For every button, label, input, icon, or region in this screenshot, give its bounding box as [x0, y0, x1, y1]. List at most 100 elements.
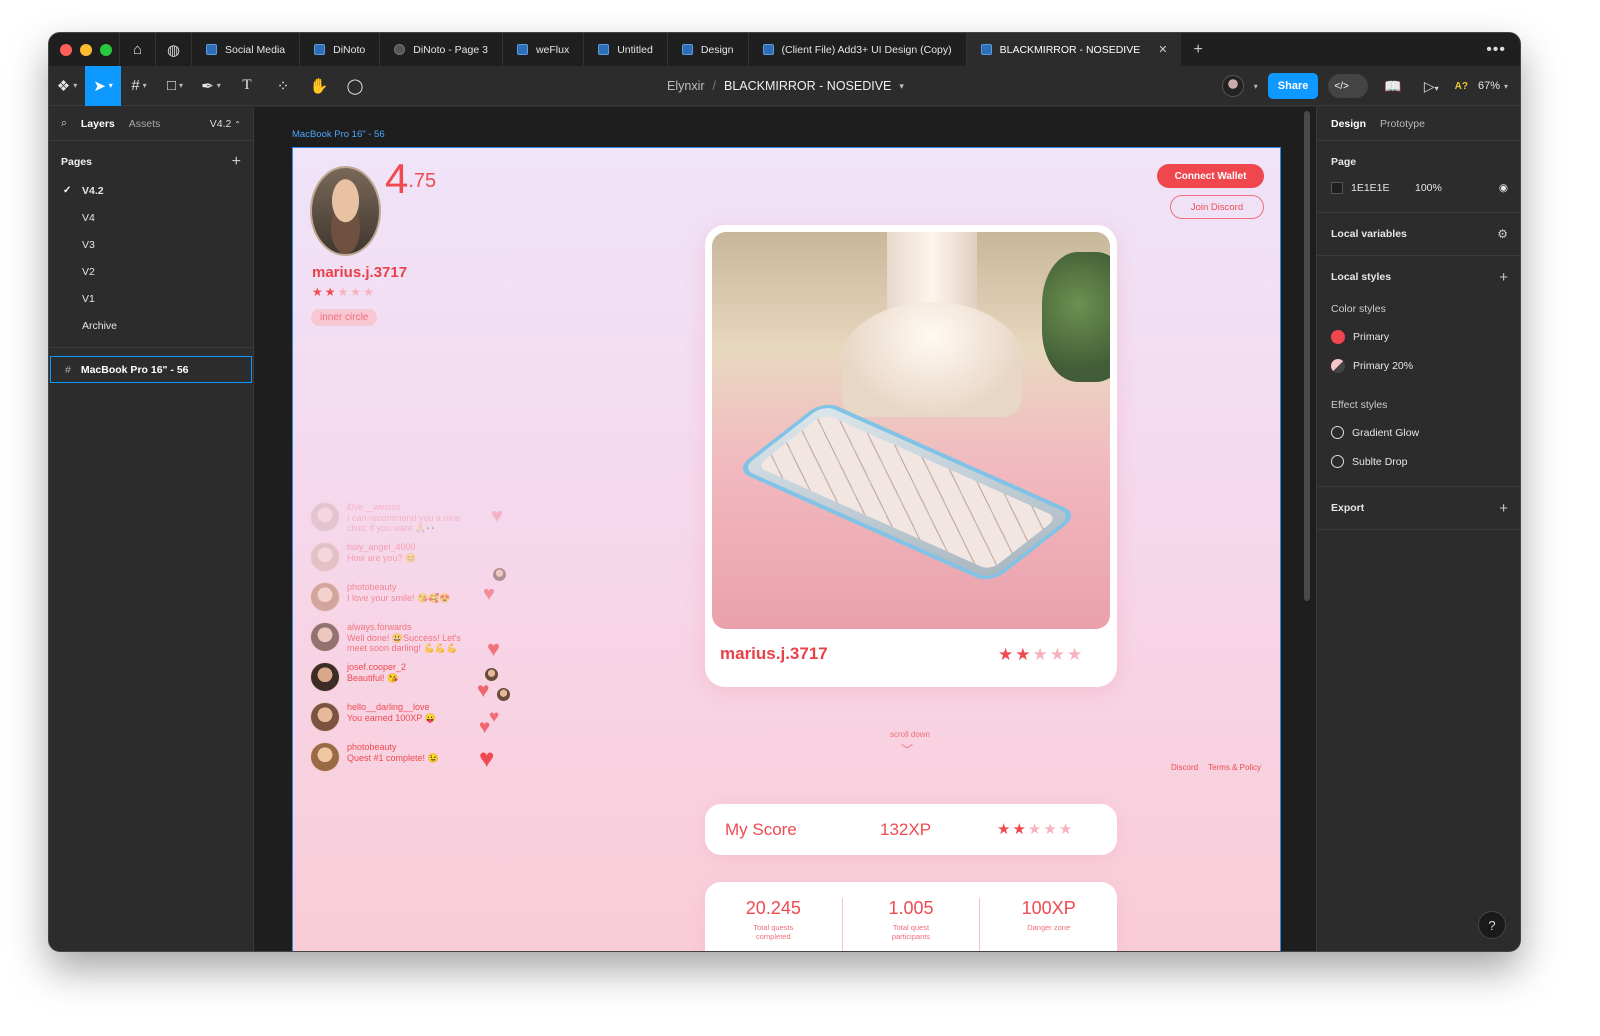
tab-layers[interactable]: Layers — [81, 118, 115, 130]
add-export-icon[interactable]: + — [1499, 500, 1508, 517]
star-icon: ★ — [324, 285, 336, 299]
footer-discord-link[interactable]: Discord — [1171, 763, 1198, 772]
tab-blackmirror-nosedive[interactable]: BLACKMIRROR - NOSEDIVE ✕ — [965, 33, 1182, 66]
join-discord-button[interactable]: Join Discord — [1170, 195, 1264, 219]
user-avatar[interactable] — [1221, 75, 1244, 97]
avatar — [310, 502, 340, 532]
version-selector[interactable]: V4.2 ⌃ — [210, 118, 241, 130]
tab-untitled[interactable]: Untitled — [583, 33, 667, 66]
page-item-v2[interactable]: V2 — [49, 258, 253, 285]
search-icon[interactable]: ⌕ — [61, 117, 67, 130]
new-tab-icon[interactable]: + — [1181, 41, 1214, 59]
avatar — [310, 622, 340, 652]
canvas[interactable]: MacBook Pro 16" - 56 4.75 marius.j.3717 … — [254, 107, 1316, 951]
canvas-scrollbar[interactable] — [1304, 111, 1310, 601]
tab-assets[interactable]: Assets — [129, 118, 161, 130]
pen-tool-button[interactable]: ✒ ▾ — [193, 66, 229, 106]
color-style-primary-20[interactable]: Primary 20% — [1331, 351, 1508, 380]
star-icon: ★ — [363, 285, 374, 299]
pen-icon: ✒ — [201, 77, 214, 95]
tab-label: (Client File) Add3+ UI Design (Copy) — [781, 43, 952, 56]
frame-tool-button[interactable]: # ▾ — [121, 66, 157, 106]
comment-tool-button[interactable]: ◯ — [337, 66, 373, 106]
missing-fonts-indicator[interactable]: A? — [1455, 81, 1468, 92]
comment-item: josef.cooper_2 Beautiful! 😘 — [310, 662, 472, 692]
minimize-window-button[interactable] — [80, 43, 92, 56]
chevron-down-icon[interactable]: ▾ — [1254, 82, 1258, 91]
tab-social-media[interactable]: Social Media — [191, 33, 299, 66]
tab-design[interactable]: Design — [666, 33, 748, 66]
page-section: Page 1E1E1E 100% ◉ — [1317, 141, 1520, 213]
hand-tool-button[interactable]: ✋ — [301, 66, 337, 106]
variables-settings-icon[interactable]: ⚙ — [1497, 227, 1508, 241]
check-icon: ✓ — [63, 185, 72, 196]
local-variables-label[interactable]: Local variables — [1331, 228, 1407, 240]
stat-label: Total quest participants — [891, 923, 931, 941]
zoom-window-button[interactable] — [100, 43, 112, 56]
page-item-v4[interactable]: V4 — [49, 204, 253, 231]
tab-weflux[interactable]: weFlux — [501, 33, 583, 66]
figma-file-icon — [762, 44, 774, 55]
comment-item: hello__darling__love You earned 100XP 😛 — [310, 702, 472, 732]
chevron-down-icon[interactable]: ▾ — [899, 81, 904, 92]
dev-mode-toggle[interactable]: </> — [1328, 74, 1369, 98]
file-name[interactable]: BLACKMIRROR - NOSEDIVE — [724, 79, 891, 93]
pages-title: Pages — [61, 156, 92, 168]
page-item-v4-2[interactable]: ✓ V4.2 — [49, 177, 253, 204]
tab-prototype[interactable]: Prototype — [1380, 118, 1425, 130]
play-icon — [394, 44, 406, 55]
shape-tool-button[interactable]: □ ▾ — [157, 66, 193, 106]
main-menu-button[interactable]: ❖ ▾ — [49, 66, 85, 106]
home-icon[interactable]: ⌂ — [119, 33, 155, 66]
layer-frame[interactable]: # MacBook Pro 16" - 56 — [50, 356, 252, 383]
page-color-value[interactable]: 1E1E1E — [1351, 182, 1407, 194]
help-button[interactable]: ? — [1478, 911, 1506, 939]
page-opacity-value[interactable]: 100% — [1415, 182, 1442, 194]
right-panel-tabs: Design Prototype — [1317, 107, 1520, 141]
effect-icon — [1331, 455, 1344, 468]
avatar — [497, 688, 510, 701]
eye-icon[interactable]: ◉ — [1499, 182, 1508, 194]
library-icon[interactable]: 📖 — [1378, 78, 1407, 95]
avatar — [310, 662, 340, 692]
comment-text: l0ve__winsss I can recommend you a nice c… — [347, 502, 472, 534]
color-swatch[interactable] — [1331, 181, 1343, 194]
tab-dinoto[interactable]: DiNoto — [299, 33, 379, 66]
color-style-primary[interactable]: Primary — [1331, 322, 1508, 351]
local-variables-section: Local variables ⚙ — [1317, 213, 1520, 256]
text-tool-button[interactable]: T — [229, 66, 265, 106]
add-page-icon[interactable]: + — [232, 153, 241, 171]
design-frame[interactable]: 4.75 marius.j.3717 ★ ★ ★ ★ ★ inner circl… — [292, 147, 1281, 951]
effect-style-gradient-glow[interactable]: Gradient Glow — [1331, 418, 1508, 447]
share-button[interactable]: Share — [1267, 73, 1319, 99]
move-tool-button[interactable]: ➤ ▾ — [85, 65, 121, 106]
effect-style-sublte-drop[interactable]: Sublte Drop — [1331, 447, 1508, 476]
page-item-archive[interactable]: Archive — [49, 312, 253, 339]
connect-wallet-button[interactable]: Connect Wallet — [1157, 164, 1264, 188]
effect-style-name: Sublte Drop — [1352, 455, 1408, 468]
chevron-down-icon[interactable]: ﹀ — [901, 741, 913, 758]
stat-danger-zone: 100XP Danger zone — [980, 898, 1117, 951]
frame-icon: # — [65, 363, 71, 376]
chevron-down-icon[interactable]: ▾ — [1504, 82, 1508, 91]
toolbar-right: ▾ Share </> 📖 ▷▾ A? 67% ▾ — [1221, 66, 1520, 106]
present-icon[interactable]: ▷▾ — [1418, 78, 1445, 95]
tab-dinoto-page-3[interactable]: DiNoto - Page 3 — [379, 33, 502, 66]
tab-design[interactable]: Design — [1331, 118, 1366, 130]
add-style-icon[interactable]: + — [1499, 269, 1508, 286]
page-item-v1[interactable]: V1 — [49, 285, 253, 312]
footer-terms-link[interactable]: Terms & Policy — [1208, 763, 1261, 772]
frame-label[interactable]: MacBook Pro 16" - 56 — [292, 129, 385, 140]
globe-icon[interactable]: ◍ — [155, 33, 191, 66]
close-window-button[interactable] — [60, 43, 72, 56]
zoom-level[interactable]: 67% — [1478, 80, 1500, 92]
resources-button[interactable]: ⁘ — [265, 66, 301, 106]
team-name[interactable]: Elynxir — [667, 79, 705, 93]
color-styles-label: Color styles — [1331, 303, 1386, 315]
more-menu-icon[interactable]: ••• — [1486, 41, 1520, 59]
tab-client-file[interactable]: (Client File) Add3+ UI Design (Copy) — [747, 33, 966, 66]
page-item-v3[interactable]: V3 — [49, 231, 253, 258]
page-color-row[interactable]: 1E1E1E 100% ◉ — [1331, 173, 1508, 202]
page-label: V4 — [82, 211, 95, 224]
close-tab-icon[interactable]: ✕ — [1158, 43, 1167, 56]
